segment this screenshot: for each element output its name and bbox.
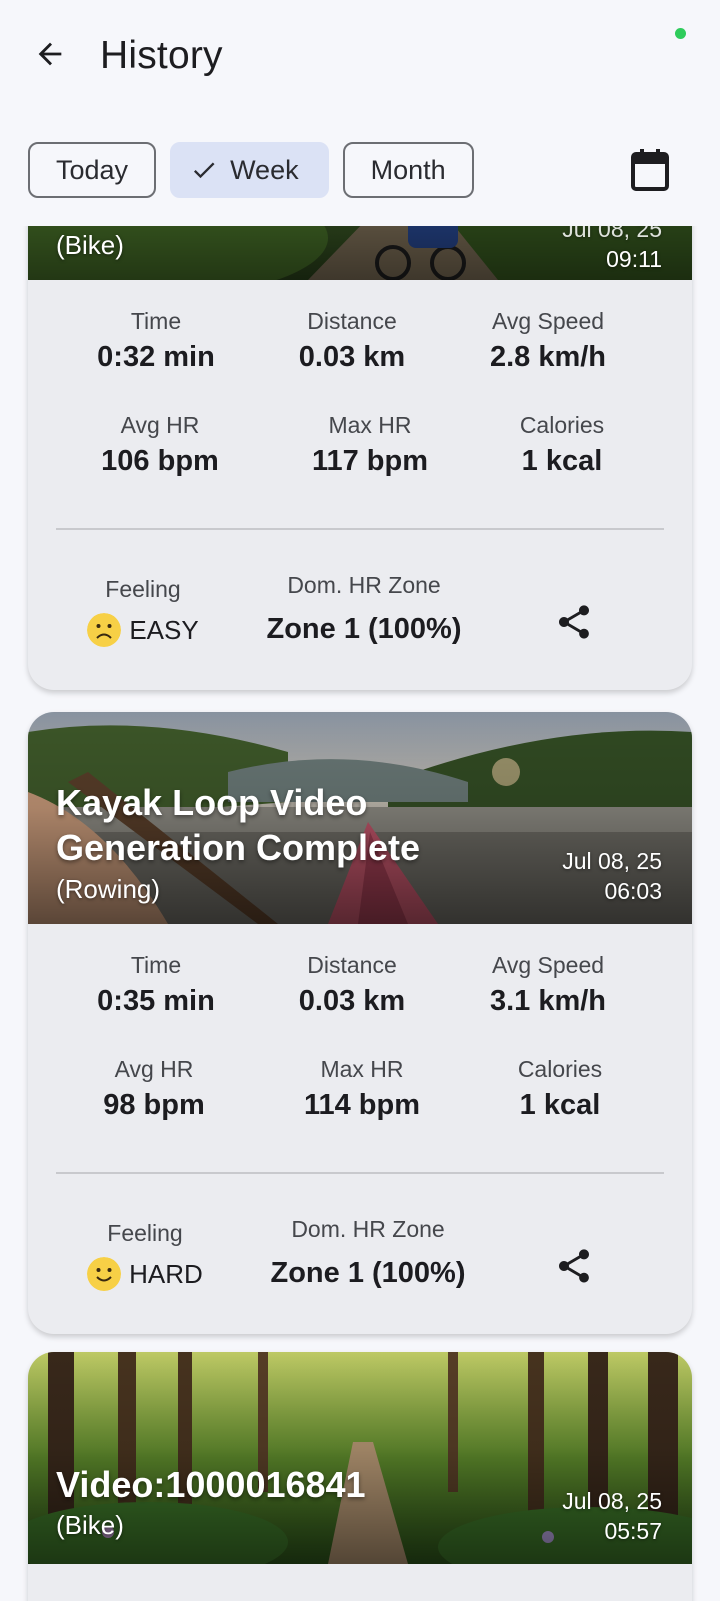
hr-zone-block: Dom. HR Zone Zone 1 (100%) (234, 572, 494, 646)
stat-max-hr: Max HR 114 bpm (262, 1056, 462, 1122)
chip-month[interactable]: Month (342, 142, 474, 198)
hr-zone-block: Dom. HR Zone Zone 1 (100%) (238, 1216, 498, 1290)
check-icon (194, 162, 215, 179)
stat-label: Avg Speed (491, 308, 605, 334)
hr-zone-label: Dom. HR Zone (291, 1216, 445, 1242)
stat-avg-hr: Avg HR 98 bpm (54, 1056, 254, 1122)
stat-avg-hr: Avg HR 106 bpm (60, 412, 260, 478)
workout-title: Kayak Loop Video Generation Complete (56, 782, 421, 868)
stat-time: Time 0:32 min (56, 308, 256, 374)
stat-label: Avg Speed (491, 952, 605, 978)
stat-avg-speed: Avg Speed 3.1 km/h (448, 952, 648, 1018)
stat-label: Max HR (320, 1056, 404, 1082)
chip-week-label: Week (230, 154, 299, 185)
workout-hero-image: Video:1000016841 (Bike) Jul 08, 25 05:57 (28, 1352, 692, 1564)
stat-avg-speed: Avg Speed 2.8 km/h (448, 308, 648, 374)
chip-month-label: Month (370, 154, 446, 185)
share-icon (559, 1249, 589, 1283)
stat-label: Avg HR (120, 412, 200, 438)
smile-emoji-icon (87, 1257, 122, 1291)
arrow-back-icon (38, 42, 62, 66)
back-button[interactable] (28, 32, 72, 76)
hr-zone-value: Zone 1 (100%) (266, 613, 462, 645)
feeling-value: HARD (129, 1258, 203, 1289)
workout-footer: Feeling EASY Dom. HR Zone Zone 1 (100%) (28, 530, 692, 690)
workout-list[interactable]: (Bike) Jul 08, 25 09:11 Time 0:32 min Di… (0, 226, 720, 1601)
stat-value: 2.8 km/h (489, 341, 607, 373)
workout-sport: (Bike) (56, 230, 124, 260)
workout-hero-image: Kayak Loop Video Generation Complete (Ro… (28, 712, 692, 924)
workout-card[interactable]: Kayak Loop Video Generation Complete (Ro… (28, 712, 692, 1334)
workout-time: 05:57 (604, 1518, 662, 1544)
stat-label: Time (130, 952, 182, 978)
stat-label: Distance (307, 952, 397, 978)
stat-label: Calories (517, 1056, 603, 1082)
stat-value: 0:35 min (97, 985, 215, 1017)
stat-calories: Calories 1 kcal (462, 412, 662, 478)
calendar-button[interactable] (628, 148, 672, 192)
workout-date: Jul 08, 25 (562, 848, 662, 874)
stat-value: 0.03 km (298, 985, 406, 1017)
feeling-block: Feeling HARD (70, 1220, 220, 1291)
stat-value: 0:32 min (97, 341, 215, 373)
period-filter-chips: Today Week Month (28, 142, 474, 198)
stat-label: Calories (519, 412, 605, 438)
stat-label: Time (130, 308, 182, 334)
hr-zone-label: Dom. HR Zone (287, 572, 441, 598)
workout-date: Jul 08, 25 (562, 226, 662, 242)
workout-footer: Feeling HARD Dom. HR Zone Zone 1 (100%) (28, 1174, 692, 1334)
frown-emoji-icon (87, 613, 122, 647)
share-button[interactable] (552, 1244, 596, 1288)
stat-distance: Distance 0.03 km (252, 308, 452, 374)
history-screen: History Today Week Month (Bike) Jul 08, … (0, 0, 720, 1601)
workout-stats: Time 0:35 min Distance 0.03 km Avg Speed… (28, 924, 692, 1174)
stat-distance: Distance 0.03 km (252, 952, 452, 1018)
stat-value: 1 kcal (521, 445, 603, 477)
feeling-block: Feeling EASY (68, 576, 218, 647)
stat-value: 106 bpm (101, 445, 219, 477)
top-app-bar: History (0, 0, 720, 110)
share-icon (559, 605, 589, 639)
workout-title: Video:1000016841 (56, 1464, 366, 1505)
stat-label: Distance (307, 308, 397, 334)
stat-value: 117 bpm (311, 445, 429, 477)
chip-week[interactable]: Week (170, 142, 329, 198)
chip-today[interactable]: Today (28, 142, 157, 198)
workout-card[interactable]: (Bike) Jul 08, 25 09:11 Time 0:32 min Di… (28, 226, 692, 690)
stat-calories: Calories 1 kcal (460, 1056, 660, 1122)
workout-date: Jul 08, 25 (562, 1488, 662, 1514)
stat-value: 114 bpm (303, 1089, 421, 1121)
page-title: History (100, 34, 223, 77)
feeling-value: EASY (129, 614, 199, 645)
workout-stats: Time 0:32 min Distance 0.03 km Avg Speed… (28, 280, 692, 530)
share-button[interactable] (552, 600, 596, 644)
stat-label: Max HR (328, 412, 412, 438)
stat-value: 3.1 km/h (489, 985, 607, 1017)
hr-zone-value: Zone 1 (100%) (270, 1257, 466, 1289)
workout-hero-image: (Bike) Jul 08, 25 09:11 (28, 226, 692, 280)
feeling-label: Feeling (107, 1220, 183, 1246)
workout-time: 09:11 (606, 246, 662, 272)
stat-time: Time 0:35 min (56, 952, 256, 1018)
stat-value: 0.03 km (298, 341, 406, 373)
workout-card[interactable]: Video:1000016841 (Bike) Jul 08, 25 05:57 (28, 1352, 692, 1601)
stat-value: 98 bpm (103, 1089, 205, 1121)
stat-max-hr: Max HR 117 bpm (270, 412, 470, 478)
calendar-icon (631, 149, 669, 191)
workout-sport: (Bike) (56, 1510, 124, 1540)
stat-value: 1 kcal (519, 1089, 601, 1121)
workout-sport: (Rowing) (56, 874, 161, 904)
chip-today-label: Today (56, 154, 129, 185)
feeling-label: Feeling (105, 576, 181, 602)
workout-time: 06:03 (604, 878, 662, 904)
stat-label: Avg HR (114, 1056, 194, 1082)
